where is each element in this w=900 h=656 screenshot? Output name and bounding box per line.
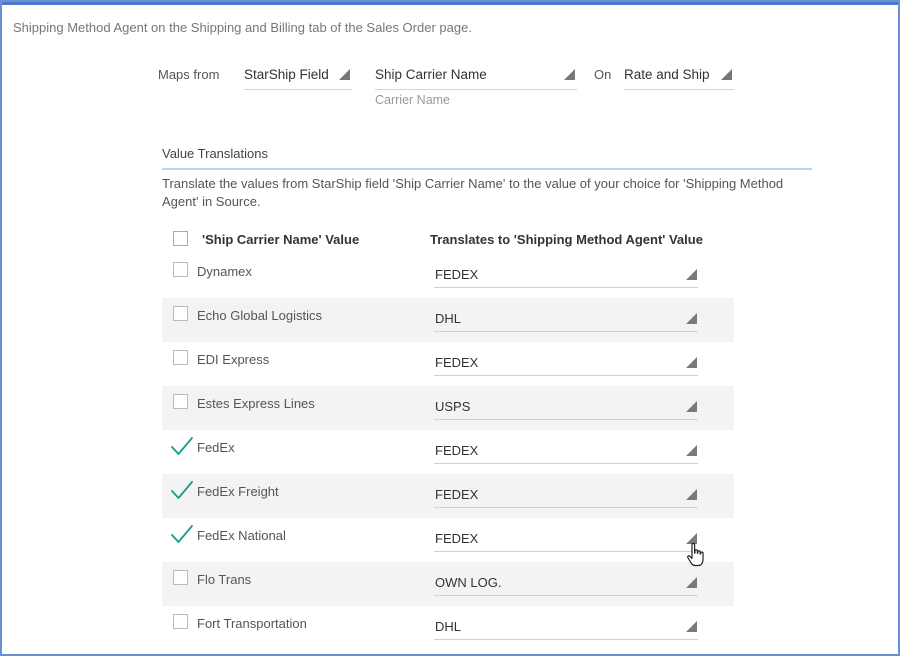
translation-select[interactable]: DHL — [434, 304, 698, 332]
table-row: Dynamex FEDEX — [162, 254, 734, 298]
translation-select[interactable]: OWN LOG. — [434, 568, 698, 596]
translation-value: FEDEX — [435, 487, 479, 502]
translation-value: DHL — [435, 619, 462, 634]
translation-select[interactable]: USPS — [434, 392, 698, 420]
carrier-name: Dynamex — [197, 264, 252, 279]
carrier-name: FedEx National — [197, 528, 286, 543]
maps-from-label: Maps from — [158, 67, 220, 82]
carrier-name: Estes Express Lines — [197, 396, 315, 411]
on-label: On — [594, 67, 612, 82]
row-checkbox[interactable] — [173, 570, 188, 585]
dropdown-triangle-icon — [686, 445, 697, 456]
carrier-name: FedEx — [197, 440, 235, 455]
row-checkbox[interactable] — [173, 394, 188, 409]
dropdown-triangle-icon — [686, 269, 697, 280]
dropdown-triangle-icon — [686, 401, 697, 412]
dropdown-triangle-icon — [686, 357, 697, 368]
top-accent-bar — [2, 2, 898, 5]
value-translations-description: Translate the values from StarShip field… — [162, 176, 784, 209]
checkmark-icon[interactable] — [170, 480, 194, 502]
row-checkbox[interactable] — [173, 262, 188, 277]
translation-value: DHL — [435, 311, 462, 326]
translation-select[interactable]: DHL — [434, 612, 698, 640]
carrier-name: FedEx Freight — [197, 484, 279, 499]
dropdown-triangle-icon — [339, 69, 350, 80]
source-field-select[interactable]: StarShip Field — [244, 62, 352, 90]
col2-header: Translates to 'Shipping Method Agent' Va… — [430, 232, 703, 247]
table-row: FedEx FEDEX — [162, 430, 734, 474]
table-header: 'Ship Carrier Name' Value Translates to … — [162, 224, 734, 254]
row-checkbox[interactable] — [173, 306, 188, 321]
translation-select[interactable]: FEDEX — [434, 348, 698, 376]
translation-value: USPS — [435, 399, 471, 414]
translation-value: FEDEX — [435, 443, 479, 458]
carrier-name: Echo Global Logistics — [197, 308, 323, 323]
col1-header: 'Ship Carrier Name' Value — [202, 232, 360, 247]
dropdown-triangle-icon — [721, 69, 732, 80]
translation-value: OWN LOG. — [435, 575, 502, 590]
translation-select[interactable]: FEDEX — [434, 524, 698, 552]
table-row: FedEx National FEDEX — [162, 518, 734, 562]
table-body: Dynamex FEDEX Echo Global Logistics DHL EDI … — [162, 254, 734, 650]
dropdown-triangle-icon — [686, 313, 697, 324]
value-translations-title: Value Translations — [162, 146, 812, 170]
checkmark-icon[interactable] — [170, 524, 194, 546]
carrier-name: Flo Trans — [197, 572, 252, 587]
on-select[interactable]: Rate and Ship — [624, 62, 734, 90]
intro-text: Shipping Method Agent on the Shipping an… — [13, 20, 472, 35]
row-checkbox[interactable] — [173, 614, 188, 629]
select-all-checkbox[interactable] — [173, 231, 188, 246]
dropdown-triangle-icon — [564, 69, 575, 80]
hand-pointer-icon — [687, 542, 704, 567]
carrier-name: Fort Transportation — [197, 616, 307, 631]
translation-select[interactable]: FEDEX — [434, 480, 698, 508]
table-row: Echo Global Logistics DHL — [162, 298, 734, 342]
source-field-value: StarShip Field — [244, 67, 329, 82]
on-value: Rate and Ship — [624, 67, 710, 82]
translation-value: FEDEX — [435, 355, 479, 370]
dropdown-triangle-icon — [686, 577, 697, 588]
dropdown-triangle-icon — [686, 489, 697, 500]
screenshot-frame: Shipping Method Agent on the Shipping an… — [0, 0, 900, 656]
dropdown-triangle-icon — [686, 621, 697, 632]
maps-from-row: Maps from StarShip Field Ship Carrier Na… — [2, 62, 898, 112]
checkmark-icon[interactable] — [170, 436, 194, 458]
table-row: EDI Express FEDEX — [162, 342, 734, 386]
table-row: Flo Trans OWN LOG. — [162, 562, 734, 606]
row-checkbox[interactable] — [173, 350, 188, 365]
translation-value: FEDEX — [435, 267, 479, 282]
carrier-name: EDI Express — [197, 352, 270, 367]
translation-value: FEDEX — [435, 531, 479, 546]
target-field-value: Ship Carrier Name — [375, 67, 487, 82]
translation-select[interactable]: FEDEX — [434, 260, 698, 288]
translations-table: 'Ship Carrier Name' Value Translates to … — [162, 224, 734, 650]
table-row: FedEx Freight FEDEX — [162, 474, 734, 518]
target-field-sublabel: Carrier Name — [375, 93, 451, 107]
table-row: Fort Transportation DHL — [162, 606, 734, 650]
translation-select[interactable]: FEDEX — [434, 436, 698, 464]
table-row: Estes Express Lines USPS — [162, 386, 734, 430]
target-field-select[interactable]: Ship Carrier Name — [375, 62, 577, 90]
